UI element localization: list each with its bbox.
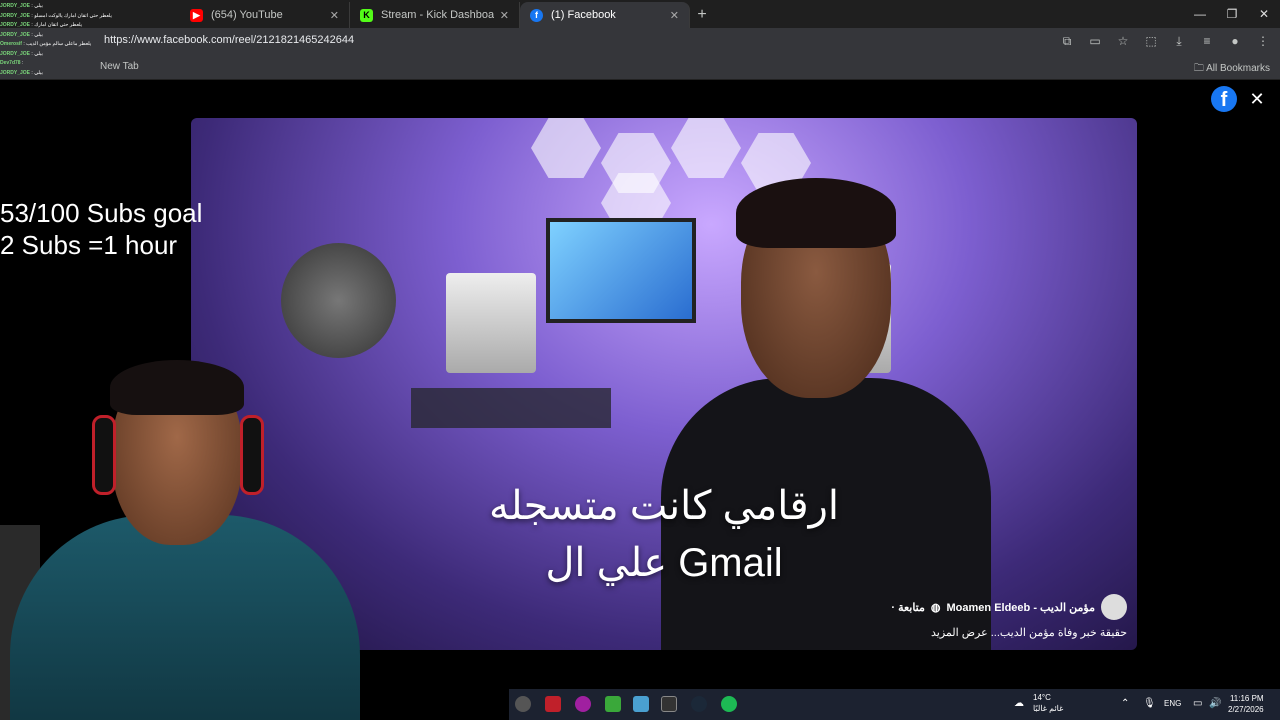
creator-name[interactable]: Moamen Eldeeb - مؤمن الديب	[947, 601, 1095, 614]
background-speaker	[446, 273, 536, 373]
new-tab-button[interactable]: +	[690, 2, 714, 28]
chevron-up-icon[interactable]: ⌃	[1121, 698, 1129, 709]
wall-hexagon	[671, 118, 741, 178]
chat-message: Dev7d78 :	[0, 60, 24, 66]
stream-chat-overlay: JORDY_JOE : بيلي JORDY_JOE : يلعطر حتي ا…	[0, 2, 200, 78]
menu-icon[interactable]: ⋮	[1254, 32, 1272, 50]
chat-text: بيلي	[34, 50, 43, 57]
epic-games-icon[interactable]	[661, 696, 677, 712]
close-icon[interactable]: ✕	[500, 9, 509, 22]
microphone-icon[interactable]: 🎙	[1143, 698, 1156, 709]
chat-username: JORDY_JOE	[0, 31, 31, 38]
clock-date: 2/27/2026	[1228, 705, 1264, 714]
windows-taskbar: ☁ 14°C غائم غالبًا ⌃ 🎙 ENG ▭ 🔊 11:16 PM …	[509, 689, 1280, 720]
all-bookmarks-label: All Bookmarks	[1206, 63, 1270, 74]
chat-message: JORDY_JOE : يلعطر حتي اتقان امارك	[0, 22, 83, 28]
download-icon[interactable]: ⤓	[1170, 32, 1188, 50]
wall-hexagon	[531, 118, 601, 178]
minecraft-icon[interactable]	[605, 696, 621, 712]
reel-caption[interactable]: حقيقة خبر وفاة مؤمن الديب... عرض المزيد	[931, 626, 1127, 639]
subs-goal-text: 53/100 Subs goal	[0, 198, 203, 228]
headphone-right	[240, 415, 264, 495]
facebook-icon: f	[530, 8, 543, 22]
network-icon[interactable]: ▭	[1193, 698, 1202, 709]
facebook-logo-icon[interactable]: f	[1211, 86, 1237, 112]
language-indicator[interactable]: ENG	[1164, 699, 1181, 708]
chat-text: يلعطر حتي اتقان امارك	[34, 22, 83, 28]
window-controls: — ❐ ✕	[1184, 0, 1280, 28]
chat-text: بيلي	[34, 69, 43, 76]
restore-button[interactable]: ❐	[1216, 0, 1248, 28]
system-clock[interactable]: 11:16 PM 2/27/2026	[1228, 693, 1264, 715]
subs-rate-text: 2 Subs =1 hour	[0, 230, 178, 260]
weather-widget[interactable]: 14°C غائم غالبًا	[1033, 692, 1063, 714]
chat-message: JORDY_JOE : يلعطر حتي اتقان امارك يالوكت…	[0, 12, 112, 19]
globe-icon: ◍	[930, 601, 941, 614]
volume-icon[interactable]: 🔊	[1209, 698, 1221, 709]
chat-text: يلعطر ماعلي سالم مؤمن الديب	[26, 41, 92, 47]
cast-icon[interactable]: ▭	[1086, 32, 1104, 50]
chat-username: JORDY_JOE	[0, 50, 31, 57]
profile-avatar[interactable]: ●	[1226, 32, 1244, 50]
chat-text: بيلي	[34, 3, 43, 9]
chat-message: JORDY_JOE : بيلي	[0, 3, 43, 9]
temperature: 14°C	[1033, 693, 1051, 702]
tab-label: (1) Facebook	[551, 9, 616, 21]
streamer-webcam	[0, 345, 400, 720]
close-window-button[interactable]: ✕	[1248, 0, 1280, 28]
extensions-icon[interactable]: ⬚	[1142, 32, 1160, 50]
media-icon[interactable]: ≡	[1198, 32, 1216, 50]
screen: ▶ (654) YouTube ✕ K Stream - Kick Dashbo…	[0, 0, 1280, 720]
tab-facebook[interactable]: f (1) Facebook ✕	[520, 2, 690, 28]
app-icon[interactable]	[575, 696, 591, 712]
chat-username: Dev7d78	[0, 60, 21, 66]
chrome-icon[interactable]	[515, 696, 531, 712]
chat-text: يلعطر حتي اتقان امارك يالوكت امسلو	[34, 12, 112, 19]
close-icon[interactable]: ✕	[330, 9, 339, 22]
tab-kick-dashboard[interactable]: K Stream - Kick Dashboard ✕	[350, 2, 520, 28]
follow-link[interactable]: · متابعة	[891, 601, 925, 614]
kick-icon: K	[360, 8, 373, 22]
translate-icon[interactable]: ⧉	[1058, 32, 1076, 50]
chat-message: JORDY_JOE : بيلي	[0, 50, 43, 57]
spotify-icon[interactable]	[721, 696, 737, 712]
background-microphone	[281, 243, 396, 358]
steam-icon[interactable]	[691, 696, 707, 712]
background-keyboard	[411, 388, 611, 428]
bookmark-star-icon[interactable]: ☆	[1114, 32, 1132, 50]
app-icon[interactable]	[633, 696, 649, 712]
tab-label: Stream - Kick Dashboard	[381, 9, 494, 21]
close-viewer-button[interactable]: ✕	[1247, 89, 1267, 109]
weather-condition: غائم غالبًا	[1033, 704, 1064, 713]
headphone-left	[92, 415, 116, 495]
chat-username: JORDY_JOE	[0, 3, 31, 9]
chat-username: JORDY_JOE	[0, 69, 31, 76]
weather-icon: ☁	[1014, 698, 1024, 709]
presenter-hair	[736, 178, 896, 248]
chat-text: بيلي	[34, 31, 43, 38]
streamer-hoodie	[10, 515, 360, 720]
chat-username: JORDY_JOE	[0, 22, 31, 28]
reel-creator: · متابعة ◍ Moamen Eldeeb - مؤمن الديب	[891, 594, 1127, 620]
chat-username: Omerosif	[0, 41, 22, 47]
streamer-hair	[110, 360, 244, 415]
close-icon[interactable]: ✕	[670, 9, 679, 22]
tab-youtube[interactable]: ▶ (654) YouTube ✕	[180, 2, 350, 28]
clock-time: 11:16 PM	[1229, 694, 1264, 703]
creator-avatar[interactable]	[1101, 594, 1127, 620]
chat-message: JORDY_JOE : بيلي	[0, 31, 43, 38]
address-bar-actions: ⧉ ▭ ☆ ⬚ ⤓ ≡ ● ⋮	[1058, 32, 1272, 50]
all-bookmarks-button[interactable]: 🗀 All Bookmarks	[1194, 61, 1270, 78]
chat-message: JORDY_JOE : بيلي	[0, 69, 43, 76]
adobe-icon[interactable]	[545, 696, 561, 712]
chat-message: Omerosif : يلعطر ماعلي سالم مؤمن الديب	[0, 41, 92, 47]
chat-username: JORDY_JOE	[0, 12, 31, 19]
minimize-button[interactable]: —	[1184, 0, 1216, 28]
tab-label: (654) YouTube	[211, 9, 283, 21]
